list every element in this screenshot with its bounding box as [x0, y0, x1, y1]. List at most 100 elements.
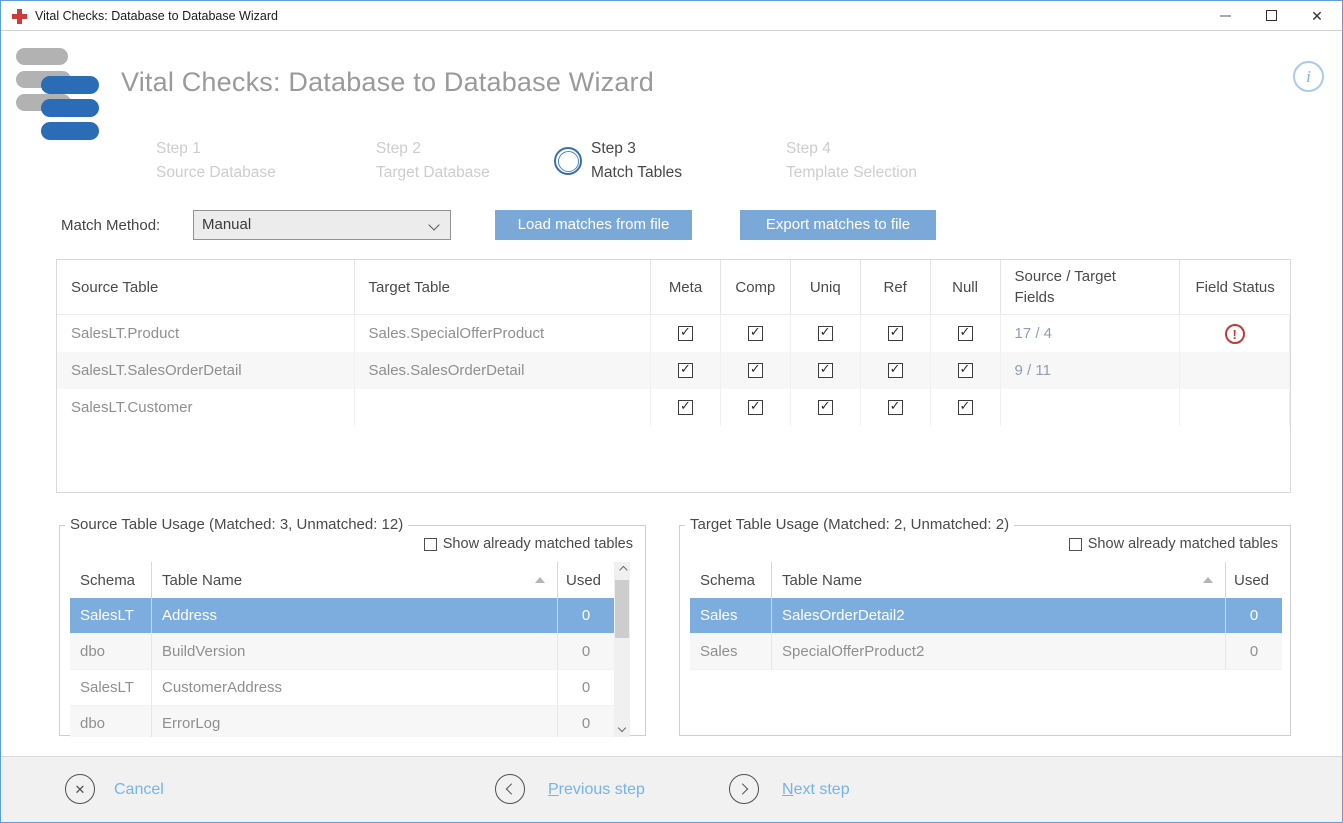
- match-table: Source Table Target Table Meta Comp Uniq…: [56, 259, 1291, 493]
- column-header-schema[interactable]: Schema: [690, 562, 772, 598]
- field-status-cell: [1180, 389, 1290, 426]
- step-name: Match Tables: [591, 161, 682, 185]
- match-method-label: Match Method:: [61, 217, 160, 234]
- match-table-row[interactable]: SalesLT.Product Sales.SpecialOfferProduc…: [57, 315, 1290, 352]
- uniq-checkbox[interactable]: [818, 363, 833, 378]
- minimize-button[interactable]: [1202, 1, 1248, 30]
- column-header-table-name[interactable]: Table Name: [152, 562, 558, 598]
- column-header-meta[interactable]: Meta: [651, 260, 721, 314]
- show-matched-checkbox[interactable]: [424, 538, 437, 551]
- source-table-usage-group: Source Table Usage (Matched: 3, Unmatche…: [59, 525, 646, 736]
- usage-table-row[interactable]: SalesLT CustomerAddress 0: [70, 670, 614, 706]
- next-step-button[interactable]: [729, 774, 759, 804]
- chevron-down-icon: [428, 219, 439, 230]
- app-window: Vital Checks: Database to Database Wizar…: [0, 0, 1343, 823]
- usage-table-row[interactable]: dbo ErrorLog 0: [70, 706, 614, 737]
- column-header-fields[interactable]: Source / Target Fields: [1001, 260, 1181, 314]
- usage-table-row[interactable]: Sales SalesOrderDetail2 0: [690, 598, 1282, 634]
- column-header-target-table[interactable]: Target Table: [355, 260, 652, 314]
- maximize-button[interactable]: [1248, 1, 1294, 30]
- scroll-down-button[interactable]: [614, 721, 630, 737]
- chevron-left-icon: [506, 783, 517, 794]
- red-cross-app-icon: [12, 9, 27, 24]
- ref-checkbox[interactable]: [888, 363, 903, 378]
- column-header-schema[interactable]: Schema: [70, 562, 152, 598]
- chevron-down-icon: [618, 723, 626, 731]
- cancel-button[interactable]: ✕: [65, 774, 95, 804]
- cancel-label[interactable]: Cancel: [114, 781, 164, 799]
- step-name: Target Database: [376, 161, 490, 185]
- close-icon: ✕: [1311, 9, 1323, 23]
- null-checkbox[interactable]: [958, 363, 973, 378]
- source-table-cell: SalesLT.Customer: [57, 389, 355, 426]
- meta-checkbox[interactable]: [678, 363, 693, 378]
- info-icon[interactable]: [1293, 61, 1324, 92]
- usage-table-row[interactable]: dbo BuildVersion 0: [70, 634, 614, 670]
- source-table-cell: SalesLT.Product: [57, 315, 355, 352]
- comp-checkbox[interactable]: [748, 326, 763, 341]
- match-table-row[interactable]: SalesLT.SalesOrderDetail Sales.SalesOrde…: [57, 352, 1290, 389]
- ref-checkbox[interactable]: [888, 400, 903, 415]
- column-header-field-status[interactable]: Field Status: [1180, 260, 1290, 314]
- usage-table-header: Schema Table Name Used: [690, 562, 1282, 598]
- usage-table-header: Schema Table Name Used: [70, 562, 614, 598]
- sort-ascending-icon[interactable]: [535, 577, 545, 583]
- column-header-source-table[interactable]: Source Table: [57, 260, 355, 314]
- target-usage-title: Target Table Usage (Matched: 2, Unmatche…: [685, 516, 1014, 533]
- close-button[interactable]: ✕: [1294, 1, 1340, 30]
- fields-count-cell: 17 / 4: [1001, 315, 1181, 352]
- load-matches-button[interactable]: Load matches from file: [495, 210, 692, 240]
- show-matched-toggle[interactable]: Show already matched tables: [1069, 536, 1278, 552]
- column-header-used[interactable]: Used: [558, 562, 614, 598]
- show-matched-label: Show already matched tables: [443, 536, 633, 552]
- column-header-uniq[interactable]: Uniq: [791, 260, 861, 314]
- step-number: Step 3: [591, 137, 682, 161]
- previous-step-label[interactable]: Previous step: [548, 781, 645, 799]
- meta-checkbox[interactable]: [678, 326, 693, 341]
- chevron-up-icon: [619, 566, 627, 574]
- column-header-used[interactable]: Used: [1226, 562, 1282, 598]
- match-method-value: Manual: [202, 216, 251, 233]
- source-table-cell: SalesLT.SalesOrderDetail: [57, 352, 355, 389]
- null-checkbox[interactable]: [958, 326, 973, 341]
- usage-table-row[interactable]: Sales SpecialOfferProduct2 0: [690, 634, 1282, 670]
- usage-table-row[interactable]: SalesLT Address 0: [70, 598, 614, 634]
- x-icon: ✕: [75, 783, 86, 796]
- field-status-error-icon[interactable]: [1225, 324, 1245, 344]
- vertical-scrollbar[interactable]: [614, 562, 630, 737]
- column-header-null[interactable]: Null: [931, 260, 1001, 314]
- column-header-table-name[interactable]: Table Name: [772, 562, 1226, 598]
- show-matched-checkbox[interactable]: [1069, 538, 1082, 551]
- column-header-comp[interactable]: Comp: [721, 260, 791, 314]
- column-header-ref[interactable]: Ref: [861, 260, 931, 314]
- match-table-row[interactable]: SalesLT.Customer: [57, 389, 1290, 426]
- uniq-checkbox[interactable]: [818, 400, 833, 415]
- null-checkbox[interactable]: [958, 400, 973, 415]
- scrollbar-thumb[interactable]: [615, 580, 629, 638]
- step-1-indicator: Step 1 Source Database: [156, 137, 276, 185]
- show-matched-toggle[interactable]: Show already matched tables: [424, 536, 633, 552]
- ref-checkbox[interactable]: [888, 326, 903, 341]
- meta-checkbox[interactable]: [678, 400, 693, 415]
- window-title: Vital Checks: Database to Database Wizar…: [35, 9, 278, 23]
- step-number: Step 4: [786, 137, 917, 161]
- source-usage-title: Source Table Usage (Matched: 3, Unmatche…: [65, 516, 408, 533]
- chevron-right-icon: [737, 783, 748, 794]
- source-usage-table: Schema Table Name Used SalesLT Address 0…: [70, 562, 614, 737]
- step-2-indicator: Step 2 Target Database: [376, 137, 490, 185]
- uniq-checkbox[interactable]: [818, 326, 833, 341]
- previous-step-button[interactable]: [495, 774, 525, 804]
- sort-ascending-icon[interactable]: [1203, 577, 1213, 583]
- scroll-up-button[interactable]: [614, 562, 630, 578]
- comp-checkbox[interactable]: [748, 400, 763, 415]
- export-matches-button[interactable]: Export matches to file: [740, 210, 936, 240]
- footer-bar: ✕ Cancel Previous step Next step: [1, 756, 1342, 823]
- page-title: Vital Checks: Database to Database Wizar…: [121, 67, 654, 98]
- app-logo: [16, 48, 101, 143]
- comp-checkbox[interactable]: [748, 363, 763, 378]
- match-method-select[interactable]: Manual: [193, 210, 451, 240]
- target-table-usage-group: Target Table Usage (Matched: 2, Unmatche…: [679, 525, 1291, 736]
- next-step-label[interactable]: Next step: [782, 781, 850, 799]
- step-number: Step 2: [376, 137, 490, 161]
- step-name: Source Database: [156, 161, 276, 185]
